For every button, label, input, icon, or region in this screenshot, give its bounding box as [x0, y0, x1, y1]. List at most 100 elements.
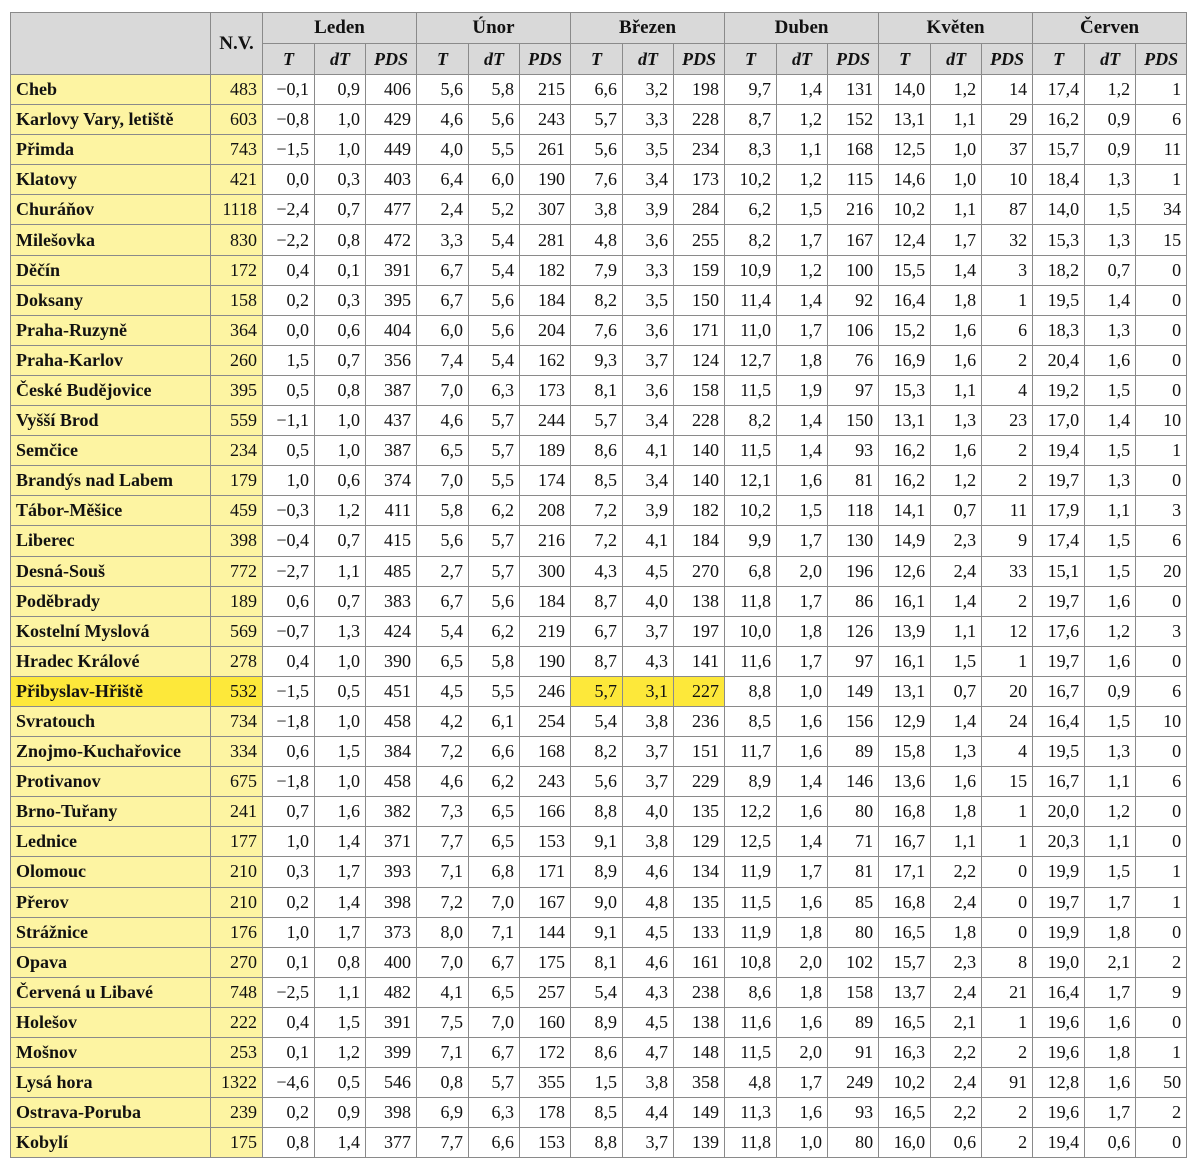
value-cell: 11,5 [724, 1036, 778, 1069]
value-cell: 1,7 [776, 525, 829, 557]
value-cell: 87 [981, 194, 1034, 226]
value-cell: 14,9 [878, 525, 932, 557]
value-cell: 8,9 [570, 1006, 624, 1039]
value-cell: 11,9 [724, 856, 778, 888]
value-cell: 15,2 [878, 314, 932, 346]
value-cell: 0,6 [262, 585, 315, 617]
value-cell: 1,7 [314, 856, 366, 888]
value-cell: 1,6 [776, 736, 829, 768]
value-cell: 0,7 [930, 675, 983, 707]
station-name: Ostrava-Poruba [10, 1097, 211, 1129]
value-cell: 1,5 [930, 645, 983, 677]
value-cell: 9,7 [724, 73, 778, 106]
station-name: Strážnice [10, 916, 211, 948]
value-cell: 1 [1135, 1036, 1188, 1069]
value-cell: 4,1 [622, 435, 675, 467]
table-row: Vyšší Brod 559 −1,1 1,0 437 4,6 5,7 244 5,7 3,4 22… [10, 405, 1188, 437]
value-cell: 189 [518, 435, 572, 467]
value-cell: 398 [365, 1097, 417, 1129]
value-cell: 1,0 [930, 134, 983, 166]
value-cell: 1,4 [776, 766, 829, 798]
quantity-header-t: T [416, 43, 469, 75]
value-cell: 437 [365, 405, 417, 437]
value-cell: 1,7 [1084, 976, 1137, 1008]
value-cell: 5,6 [468, 284, 520, 316]
elevation-cell: 175 [210, 1127, 263, 1159]
value-cell: 1,0 [776, 1127, 829, 1159]
value-cell: 0,4 [262, 1006, 315, 1039]
value-cell: 0 [1135, 254, 1188, 286]
quantity-header-pds: PDS [365, 43, 417, 75]
station-name: Cheb [10, 73, 211, 106]
value-cell: 11,6 [724, 645, 778, 677]
value-cell: 16,2 [878, 435, 932, 467]
table-row: Cheb 483 −0,1 0,9 406 5,6 5,8 215 6,6 3,2 198 9,7 1,… [10, 73, 1188, 106]
value-cell: 243 [518, 104, 572, 136]
value-cell: 3 [1135, 615, 1188, 647]
value-cell: 8,8 [724, 675, 778, 707]
value-cell: 16,4 [1032, 976, 1086, 1008]
value-cell: 8,9 [570, 856, 624, 888]
value-cell: 404 [365, 314, 417, 346]
quantity-header-t: T [724, 43, 778, 75]
value-cell: 216 [827, 194, 880, 226]
value-cell: 19,7 [1032, 465, 1086, 497]
value-cell: 0 [1135, 645, 1188, 677]
value-cell: 10,0 [724, 615, 778, 647]
value-cell: 9,1 [570, 826, 624, 858]
value-cell: 1,1 [1084, 826, 1137, 858]
quantity-header-dt: dT [1084, 43, 1137, 75]
elevation-cell: 176 [210, 916, 263, 948]
value-cell: 1,5 [776, 194, 829, 226]
elevation-cell: 210 [210, 856, 263, 888]
climate-table: N.V. Leden Únor Březen Duben Květen Červen Td… [10, 12, 1188, 1159]
value-cell: 1,2 [1084, 73, 1137, 106]
value-cell: 152 [827, 104, 880, 136]
value-cell: 11,7 [724, 736, 778, 768]
value-cell: 1,7 [776, 585, 829, 617]
value-cell: 24 [981, 705, 1034, 738]
value-cell: 135 [673, 796, 726, 828]
value-cell: 0,6 [262, 736, 315, 768]
value-cell: 1,0 [314, 645, 366, 677]
value-cell: 377 [365, 1127, 417, 1159]
value-cell: 382 [365, 796, 417, 828]
value-cell: 7,4 [416, 344, 469, 376]
value-cell: 11,3 [724, 1097, 778, 1129]
value-cell: −0,1 [262, 73, 315, 106]
value-cell: 2,0 [776, 946, 829, 978]
value-cell: 167 [518, 886, 572, 918]
value-cell: 97 [827, 645, 880, 677]
elevation-cell: 459 [210, 495, 263, 527]
station-name: Olomouc [10, 856, 211, 888]
station-name: Brandýs nad Labem [10, 465, 211, 497]
value-cell: 6,2 [724, 194, 778, 226]
value-cell: 10,2 [878, 194, 932, 226]
value-cell: 150 [827, 405, 880, 437]
value-cell: 8,0 [416, 916, 469, 948]
value-cell: 182 [673, 495, 726, 527]
value-cell: 0 [1135, 916, 1188, 948]
value-cell: 1,1 [930, 194, 983, 226]
value-cell: 160 [518, 1006, 572, 1039]
quantity-header-pds: PDS [981, 43, 1034, 75]
value-cell: 1,7 [776, 314, 829, 346]
value-cell: 4,0 [622, 796, 675, 828]
value-cell: 5,7 [570, 405, 624, 437]
quantity-header-pds: PDS [1135, 43, 1188, 75]
value-cell: 4,7 [622, 1036, 675, 1069]
value-cell: 175 [518, 946, 572, 978]
station-name: České Budějovice [10, 374, 211, 407]
value-cell: 4 [981, 736, 1034, 768]
value-cell: 472 [365, 224, 417, 256]
value-cell: 140 [673, 465, 726, 497]
value-cell: 0,5 [262, 435, 315, 467]
value-cell: 1,7 [930, 224, 983, 256]
value-cell: 399 [365, 1036, 417, 1069]
value-cell: 2,2 [930, 1036, 983, 1069]
value-cell: 3,5 [622, 284, 675, 316]
value-cell: 33 [981, 555, 1034, 587]
value-cell: 166 [518, 796, 572, 828]
value-cell: 184 [673, 525, 726, 557]
value-cell: 6,6 [468, 1127, 520, 1159]
